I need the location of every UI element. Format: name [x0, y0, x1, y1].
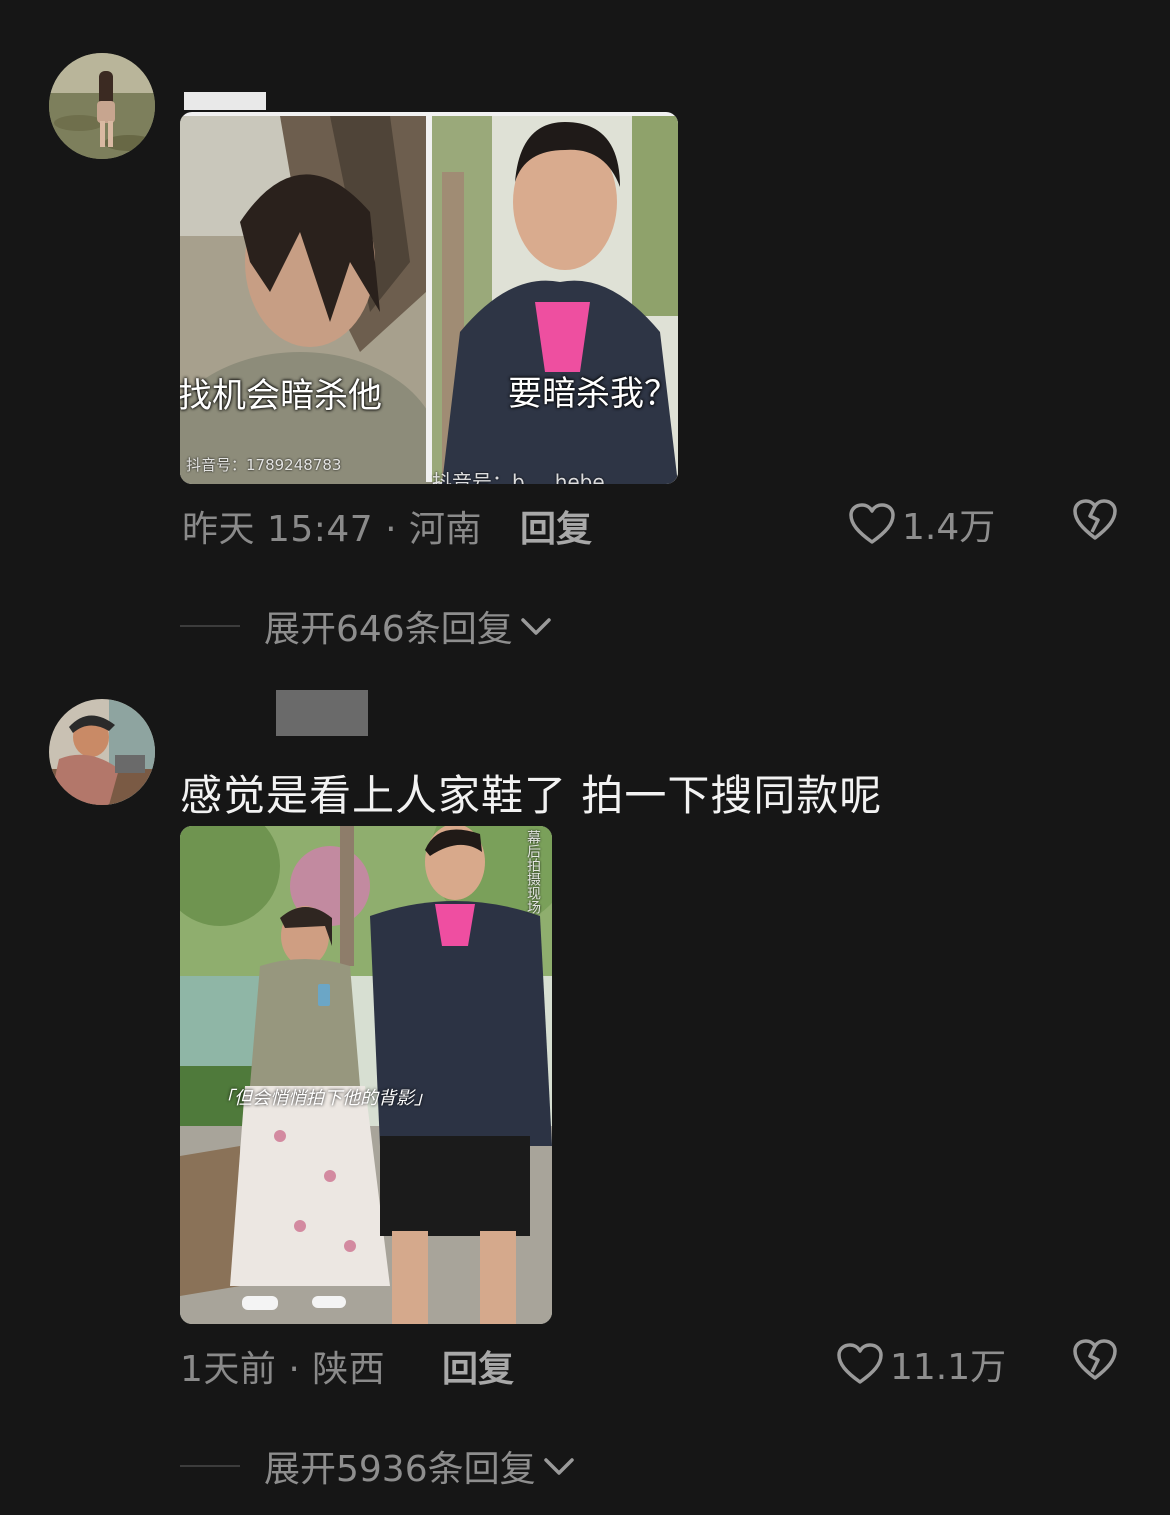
reply-button[interactable]: 回复 — [442, 1340, 514, 1392]
chevron-down-icon — [520, 618, 551, 635]
avatar[interactable] — [49, 699, 155, 805]
dislike-button[interactable] — [1072, 498, 1118, 546]
right-caption: 要暗杀我？ — [508, 374, 678, 414]
comment-time-location: 1天前 · 陕西 — [180, 1349, 386, 1390]
comment-image[interactable]: 「但会悄悄拍下他的背影」 幕后拍摄现场 — [180, 826, 552, 1324]
username-redacted — [184, 92, 266, 110]
right-watermark: 抖音号：b___hebe — [432, 470, 605, 484]
comment-image[interactable]: 找机会暗杀他 要暗杀我？ 抖音号：1789248783 抖音号：b___hebe — [180, 112, 678, 484]
heart-outline-icon — [849, 503, 895, 544]
comment-text: 感觉是看上人家鞋了 拍一下搜同款呢 — [180, 771, 883, 820]
like-count: 1.4万 — [902, 507, 996, 548]
expand-replies-button[interactable]: 展开5936条回复 — [180, 1440, 576, 1492]
like-button[interactable]: 1.4万 — [848, 498, 995, 550]
divider-line — [180, 625, 240, 627]
like-count: 11.1万 — [890, 1347, 1007, 1388]
chevron-down-icon — [543, 1458, 574, 1475]
expand-replies-label: 展开5936条回复 — [264, 1449, 536, 1490]
broken-heart-icon — [1073, 1339, 1117, 1380]
side-watermark: 幕后拍摄现场 — [525, 830, 541, 914]
divider-line — [180, 1465, 240, 1467]
comment-time-location: 昨天 15:47 · 河南 — [182, 509, 483, 550]
expand-replies-button[interactable]: 展开646条回复 — [180, 600, 553, 652]
reply-button[interactable]: 回复 — [520, 500, 592, 552]
left-caption: 找机会暗杀他 — [180, 376, 382, 416]
like-button[interactable]: 11.1万 — [836, 1338, 1006, 1390]
broken-heart-icon — [1073, 499, 1117, 540]
video-subtitle: 「但会悄悄拍下他的背影」 — [216, 1088, 432, 1109]
username-redacted — [276, 690, 368, 736]
avatar[interactable] — [49, 53, 155, 159]
heart-outline-icon — [837, 1343, 883, 1384]
left-watermark: 抖音号：1789248783 — [186, 456, 342, 474]
expand-replies-label: 展开646条回复 — [264, 609, 513, 650]
dislike-button[interactable] — [1072, 1338, 1118, 1386]
